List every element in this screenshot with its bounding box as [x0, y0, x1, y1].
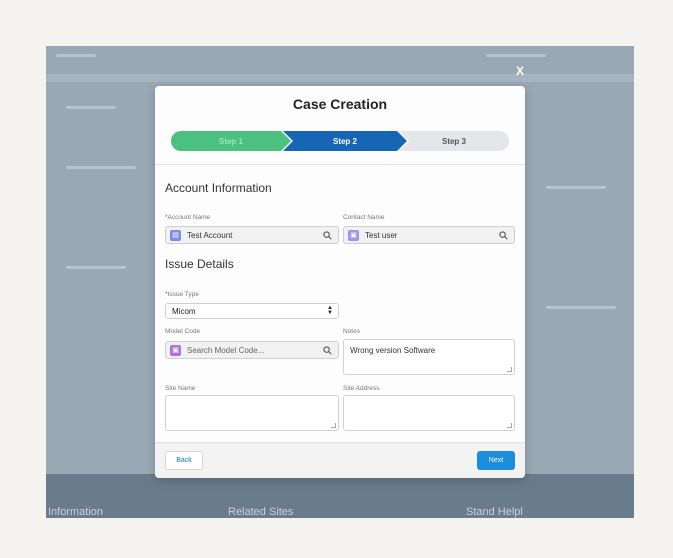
background-tab: Stand Helpl: [466, 506, 523, 518]
modal-title: Case Creation: [292, 96, 388, 112]
account-name-label: *Account Name: [165, 214, 210, 221]
progress-stepper: Step 1 Step 2 Step 3: [171, 131, 509, 151]
case-creation-modal: Case Creation Step 1 Step 2 Step 3 Accou…: [155, 86, 525, 478]
model-code-lookup[interactable]: ▣ Search Model Code...: [165, 341, 339, 359]
background-text: [56, 54, 96, 57]
chevron-updown-icon: ▲ ▼: [327, 305, 333, 316]
product-icon: ▣: [170, 344, 181, 356]
background-text: [66, 106, 116, 109]
background-header: [46, 74, 634, 82]
account-icon: ▤: [170, 229, 181, 241]
notes-textarea[interactable]: Wrong version Software: [343, 339, 515, 375]
site-address-textarea[interactable]: [343, 395, 515, 431]
issue-type-label: *Issue Type: [165, 291, 199, 298]
step-2-label: Step 2: [332, 136, 357, 146]
close-modal-button[interactable]: X: [516, 64, 524, 78]
model-code-placeholder: Search Model Code...: [187, 345, 265, 355]
issue-type-select[interactable]: Micom ▲ ▼: [165, 303, 339, 319]
background-tab-strip: Information Related Sites Stand Helpl: [46, 474, 634, 518]
step-1-label: Step 1: [218, 136, 243, 146]
issue-details-heading: Issue Details: [165, 257, 234, 271]
account-name-lookup[interactable]: ▤ Test Account: [165, 226, 339, 244]
model-code-label: Model Code: [165, 328, 201, 335]
site-name-label: Site Name: [165, 385, 196, 392]
background-text: [546, 306, 616, 309]
background-text: [66, 166, 136, 169]
resize-handle-icon[interactable]: [507, 367, 512, 372]
notes-label: Notes: [343, 328, 360, 335]
contact-icon: ▣: [348, 229, 359, 241]
search-icon[interactable]: [323, 230, 332, 240]
background-text: [486, 54, 546, 57]
contact-name-label: Contact Name: [343, 214, 385, 221]
background-tab: Information: [48, 506, 104, 518]
resize-handle-icon[interactable]: [507, 423, 512, 428]
next-button[interactable]: Next: [477, 451, 515, 470]
contact-name-lookup[interactable]: ▣ Test user: [343, 226, 515, 244]
contact-name-value: Test user: [365, 230, 398, 240]
account-name-label-text: Account Name: [167, 214, 211, 221]
background-tab: Related Sites: [228, 506, 294, 518]
search-icon[interactable]: [499, 230, 508, 240]
background-text: [546, 186, 606, 189]
step-2[interactable]: Step 2: [283, 131, 407, 151]
modal-body: Account Information *Account Name ▤ Test…: [155, 164, 525, 442]
account-name-value: Test Account: [187, 230, 233, 240]
step-3[interactable]: Step 3: [399, 131, 509, 151]
resize-handle-icon[interactable]: [331, 423, 336, 428]
back-button[interactable]: Back: [165, 451, 203, 470]
background-text: [66, 266, 126, 269]
site-address-label: Site Address: [343, 385, 380, 392]
search-icon[interactable]: [323, 345, 332, 355]
modal-footer: Back Next: [155, 442, 525, 478]
notes-value: Wrong version Software: [350, 346, 436, 355]
account-information-heading: Account Information: [165, 181, 272, 195]
issue-type-value: Micom: [172, 306, 196, 316]
issue-type-label-text: Issue Type: [167, 291, 199, 298]
step-3-label: Step 3: [441, 136, 466, 146]
step-1[interactable]: Step 1: [171, 131, 291, 151]
site-name-textarea[interactable]: [165, 395, 339, 431]
